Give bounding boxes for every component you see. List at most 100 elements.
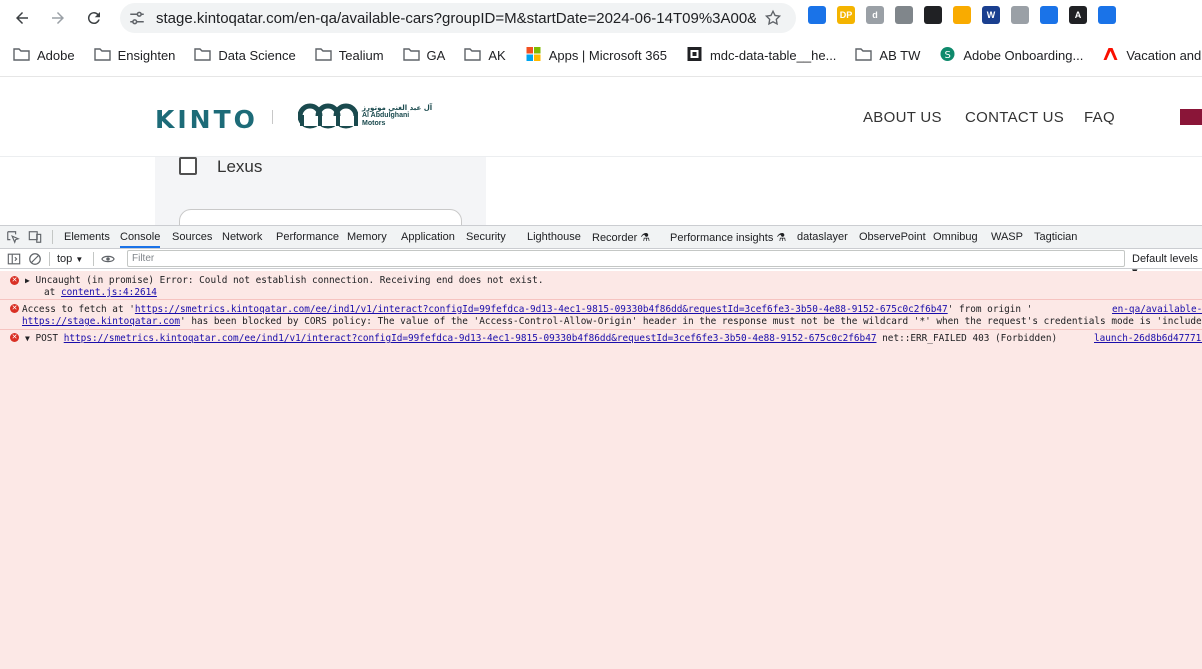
nav-faq[interactable]: FAQ — [1084, 109, 1115, 126]
devtools-tab[interactable]: Memory — [347, 231, 387, 243]
context-selector[interactable]: top ▼ — [57, 253, 83, 265]
adobe-s-icon: S — [939, 47, 955, 63]
devtools-tab[interactable]: Sources — [172, 231, 212, 243]
console-output: ✕ ▶ Uncaught (in promise) Error: Could n… — [0, 271, 1202, 669]
bookmark-link[interactable]: S Adobe Onboarding... — [939, 47, 1083, 63]
url-text[interactable]: stage.kintoqatar.com/en-qa/available-car… — [156, 10, 756, 27]
bookmark-link[interactable]: Vacation and nation... — [1102, 47, 1202, 63]
reload-button[interactable] — [82, 6, 106, 30]
devtools-tab[interactable]: WASP — [991, 231, 1023, 243]
sidebar-toggle-icon[interactable] — [7, 252, 21, 266]
arrow-left-icon — [16, 12, 28, 24]
forward-button[interactable] — [46, 6, 70, 30]
devtools-tab[interactable]: ObservePoint — [859, 231, 926, 243]
devtools-tab[interactable]: Console — [120, 231, 161, 248]
devtools-tab[interactable]: Application — [401, 231, 455, 243]
cors-error-right-link[interactable]: en-qa/available-c — [1112, 304, 1202, 315]
folder-icon — [315, 47, 332, 63]
device-toolbar-icon[interactable] — [28, 230, 42, 244]
edit-icon[interactable] — [953, 6, 971, 24]
bookmark-star-icon[interactable] — [764, 9, 782, 27]
post-error-source-link[interactable]: launch-26d8b6d47771-d — [1094, 333, 1202, 344]
camera-icon[interactable] — [1011, 6, 1029, 24]
qatar-flag-icon[interactable] — [1174, 109, 1202, 125]
bookmark-label: mdc-data-table__he... — [709, 47, 837, 63]
arrow-right-icon — [52, 12, 64, 24]
adobe-icon[interactable]: A — [1069, 6, 1087, 24]
page-content: Lexus — [0, 157, 1202, 239]
play-icon[interactable] — [1098, 6, 1116, 24]
inspect-element-icon[interactable] — [6, 230, 20, 244]
address-bar[interactable]: stage.kintoqatar.com/en-qa/available-car… — [120, 3, 796, 33]
bookmark-folder[interactable]: Adobe — [13, 47, 75, 63]
lexus-checkbox[interactable] — [179, 157, 197, 175]
bookmark-folder[interactable]: Data Science — [194, 47, 296, 63]
lexus-label[interactable]: Lexus — [217, 157, 262, 177]
request-url-link[interactable]: https://smetrics.kintoqatar.com/ee/ind1/… — [135, 304, 948, 315]
bookmark-label: Vacation and nation... — [1126, 47, 1202, 63]
devtools-tab[interactable]: Tagtician — [1034, 231, 1077, 243]
site-info-icon[interactable] — [128, 9, 146, 27]
console-error-location: at content.js:4:2614 — [44, 287, 157, 298]
source-link[interactable]: content.js:4:2614 — [61, 287, 157, 298]
devtools-tab[interactable]: dataslayer — [797, 231, 848, 243]
cors-error-details: https://stage.kintoqatar.com' has been b… — [22, 316, 1202, 327]
bookmark-link[interactable]: Apps | Microsoft 365 — [525, 47, 667, 63]
bookmark-label: AB TW — [879, 47, 921, 63]
devtools-tab[interactable]: Security — [466, 231, 506, 243]
toolbar-divider — [93, 252, 94, 266]
expand-triangle-icon[interactable]: ▶ — [25, 276, 30, 285]
filter-panel: Lexus — [155, 157, 486, 239]
devtools-tab[interactable]: Recorder ⚗ — [592, 231, 650, 244]
logo-divider — [272, 110, 273, 124]
console-error-message[interactable]: ▶ Uncaught (in promise) Error: Could not… — [25, 275, 1202, 286]
microsoft-icon — [525, 47, 541, 63]
triangle-icon[interactable] — [924, 6, 942, 24]
w-icon[interactable]: W — [982, 6, 1000, 24]
devtools-tab[interactable]: Omnibug — [933, 231, 978, 243]
dropdown-triangle-icon: ▼ — [75, 255, 84, 264]
dp-icon[interactable]: DP — [837, 6, 855, 24]
post-error-message[interactable]: ▼ POST https://smetrics.kintoqatar.com/e… — [25, 333, 1085, 344]
bookmark-folder[interactable]: AB TW — [855, 47, 920, 63]
live-expression-eye-icon[interactable] — [101, 252, 115, 266]
bookmark-folder[interactable]: Tealium — [315, 47, 384, 63]
devtools-tab[interactable]: Lighthouse — [527, 231, 581, 243]
devtools-panel: Elements Console Sources Network Performance… — [0, 225, 1202, 669]
origin-link[interactable]: https://stage.kintoqatar.com — [22, 316, 180, 327]
error-icon: ✕ — [10, 304, 19, 313]
al-abdulghani-logo-icon[interactable] — [298, 103, 358, 129]
extensions-bar: DP d W A — [808, 6, 1127, 24]
collapse-triangle-icon[interactable]: ▼ — [25, 334, 30, 343]
devtools-tab[interactable]: Elements — [64, 231, 110, 243]
request-url-link[interactable]: https://smetrics.kintoqatar.com/ee/ind1/… — [64, 333, 877, 344]
kinto-logo[interactable]: KINTO — [155, 105, 258, 134]
clear-console-icon[interactable] — [28, 252, 42, 266]
bug-icon[interactable] — [808, 6, 826, 24]
folder-icon — [402, 47, 420, 63]
back-button[interactable] — [10, 6, 34, 30]
folder-icon — [464, 47, 482, 63]
bookmark-label: Apps | Microsoft 365 — [548, 47, 667, 63]
console-filter-input[interactable]: Filter — [127, 250, 1125, 267]
nav-about-us[interactable]: ABOUT US — [863, 109, 942, 126]
d-icon[interactable]: d — [866, 6, 884, 24]
devtools-tab[interactable]: Performance — [276, 231, 339, 243]
adobe-icon — [1102, 47, 1118, 63]
bookmark-label: GA — [426, 47, 446, 63]
bookmark-folder[interactable]: AK — [464, 47, 506, 63]
eye-icon[interactable] — [1040, 6, 1058, 24]
nav-contact-us[interactable]: CONTACT US — [965, 109, 1064, 126]
bookmark-folder[interactable]: Ensighten — [93, 47, 175, 63]
page-icon — [686, 47, 702, 63]
bookmark-link[interactable]: mdc-data-table__he... — [686, 47, 836, 63]
console-toolbar: top ▼ Filter Default levels ▾ — [0, 249, 1202, 278]
devtools-tab[interactable]: Network — [222, 231, 262, 243]
devtools-tab[interactable]: Performance insights ⚗ — [670, 231, 786, 244]
bookmark-label: Adobe — [37, 47, 75, 63]
folder-icon — [194, 47, 212, 63]
folder-icon — [93, 47, 111, 63]
bookmark-folder[interactable]: GA — [402, 47, 446, 63]
chart-icon[interactable] — [895, 6, 913, 24]
bookmarks-bar: Adobe Ensighten Data Science Tealium GA AK App… — [0, 40, 1202, 70]
